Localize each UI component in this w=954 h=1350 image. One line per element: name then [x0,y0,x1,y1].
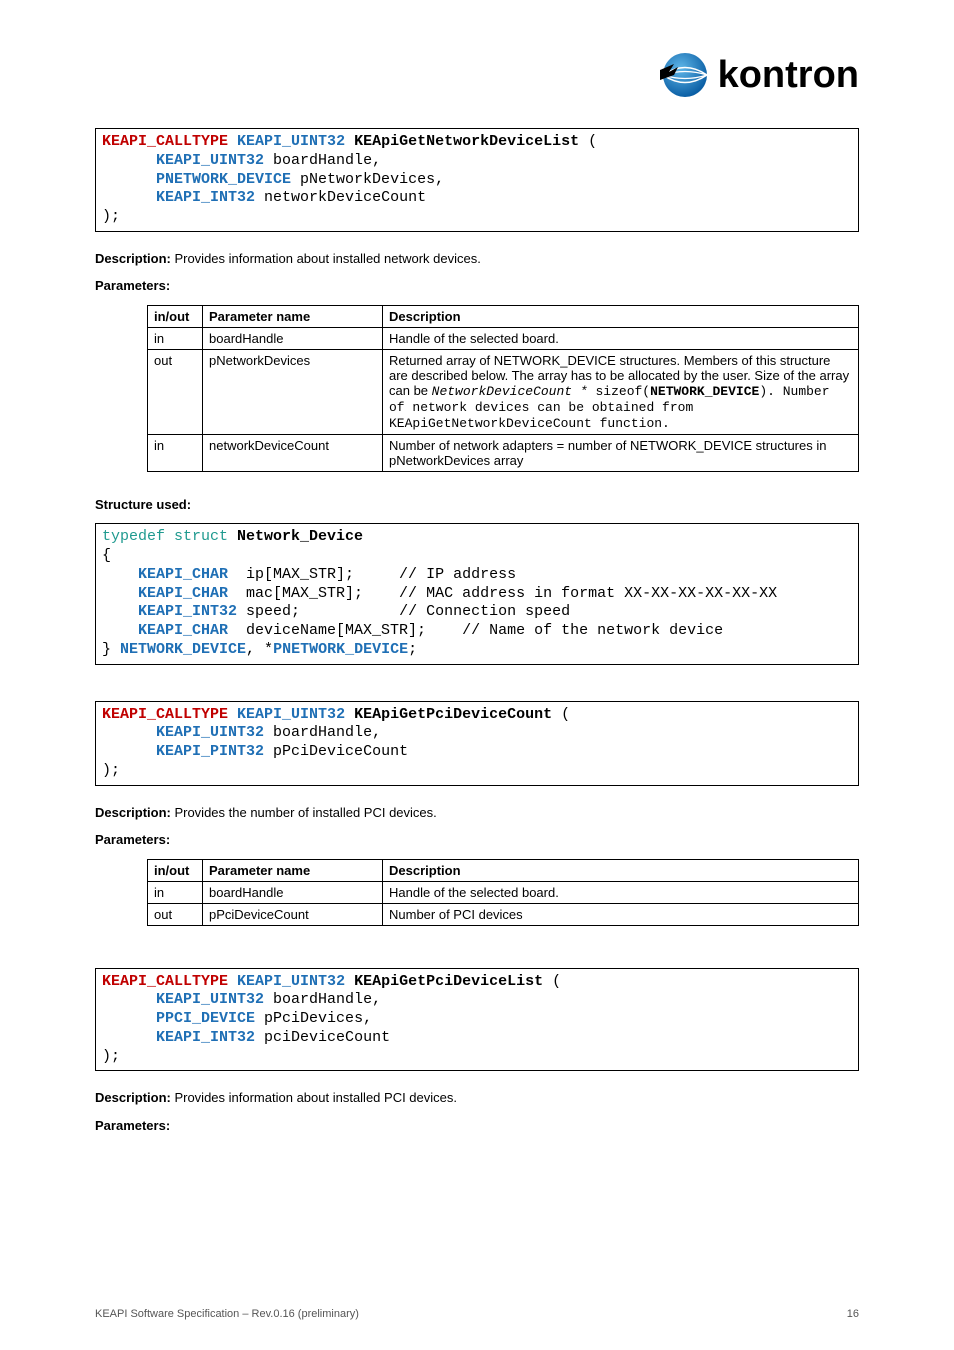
footer-page-number: 16 [847,1308,859,1320]
description-2: Description: Provides the number of inst… [95,804,859,822]
structure-used-label: Structure used: [95,496,859,514]
table-row: in/out Parameter name Description [148,305,859,327]
brand-logo: kontron [660,50,859,100]
code-block-getpcidevicecount: KEAPI_CALLTYPE KEAPI_UINT32 KEApiGetPciD… [95,701,859,786]
parameters-table-2: in/out Parameter name Description in boa… [147,859,859,926]
description-3: Description: Provides information about … [95,1089,859,1107]
page-footer: KEAPI Software Specification – Rev.0.16 … [95,1308,859,1320]
table-row: out pNetworkDevices Returned array of NE… [148,349,859,434]
code-block-getnetworkdevicelist: KEAPI_CALLTYPE KEAPI_UINT32 KEApiGetNetw… [95,128,859,232]
kontron-globe-icon [660,50,710,100]
table-row: in/out Parameter name Description [148,859,859,881]
th-inout: in/out [148,305,203,327]
table-row: out pPciDeviceCount Number of PCI device… [148,903,859,925]
parameters-label-3: Parameters: [95,1117,859,1135]
code-block-struct-networkdevice: typedef struct Network_Device { KEAPI_CH… [95,523,859,664]
table-row: in boardHandle Handle of the selected bo… [148,327,859,349]
th-desc: Description [383,305,859,327]
header-logo-row: kontron [95,50,859,100]
brand-text: kontron [718,54,859,97]
th-desc: Description [383,859,859,881]
parameters-label-2: Parameters: [95,831,859,849]
code-block-getpcidevicelist: KEAPI_CALLTYPE KEAPI_UINT32 KEApiGetPciD… [95,968,859,1072]
table-row: in networkDeviceCount Number of network … [148,434,859,471]
parameters-label-1: Parameters: [95,277,859,295]
th-param: Parameter name [203,859,383,881]
th-inout: in/out [148,859,203,881]
parameters-table-1: in/out Parameter name Description in boa… [147,305,859,472]
description-1: Description: Provides information about … [95,250,859,268]
th-param: Parameter name [203,305,383,327]
footer-left: KEAPI Software Specification – Rev.0.16 … [95,1308,359,1320]
table-row: in boardHandle Handle of the selected bo… [148,881,859,903]
